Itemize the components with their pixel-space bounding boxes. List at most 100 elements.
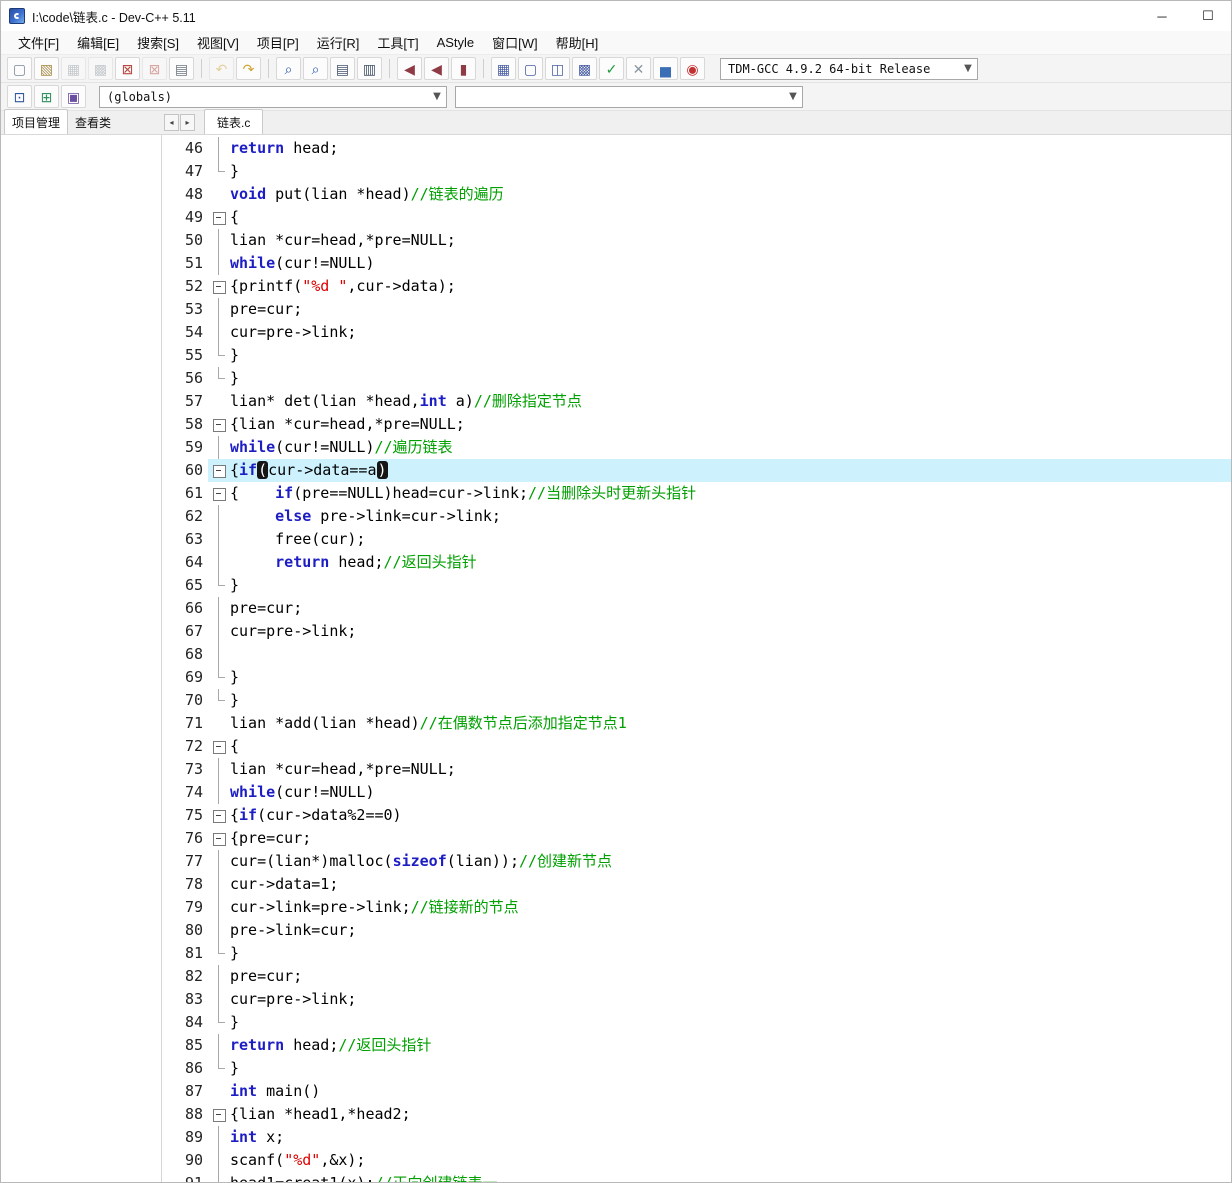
fold-collapse-icon[interactable] <box>208 1103 230 1126</box>
line-number[interactable]: 55 <box>162 344 208 367</box>
line-number[interactable]: 46 <box>162 137 208 160</box>
code-text[interactable]: pre=cur; <box>230 597 1231 620</box>
line-number[interactable]: 73 <box>162 758 208 781</box>
tab-scroll-right-button[interactable]: ▸ <box>180 114 195 131</box>
code-line-62[interactable]: 62 else pre->link=cur->link; <box>162 505 1231 528</box>
tab-scroll-left-button[interactable]: ◂ <box>164 114 179 131</box>
format-button[interactable]: ▤ <box>330 57 355 80</box>
line-number[interactable]: 59 <box>162 436 208 459</box>
code-line-67[interactable]: 67 cur=pre->link; <box>162 620 1231 643</box>
code-line-82[interactable]: 82 pre=cur; <box>162 965 1231 988</box>
code-text[interactable]: } <box>230 160 1231 183</box>
fold-collapse-icon[interactable] <box>208 459 230 482</box>
code-line-71[interactable]: 71 lian *add(lian *head)//在偶数节点后添加指定节点1 <box>162 712 1231 735</box>
code-text[interactable]: while(cur!=NULL)//遍历链表 <box>230 436 1231 459</box>
class-browser-button[interactable]: ▣ <box>61 85 86 108</box>
code-text[interactable]: void put(lian *head)//链表的遍历 <box>230 183 1231 206</box>
left-panel-tab-0[interactable]: 项目管理 <box>4 109 69 134</box>
line-number[interactable]: 88 <box>162 1103 208 1126</box>
profiling-analysis-button[interactable]: ◉ <box>680 57 705 80</box>
new-file-button[interactable]: ▢ <box>7 57 32 80</box>
open-file-button[interactable]: ▧ <box>34 57 59 80</box>
code-line-49[interactable]: 49 { <box>162 206 1231 229</box>
code-text[interactable]: int main() <box>230 1080 1231 1103</box>
code-text[interactable]: {if(cur->data%2==0) <box>230 804 1231 827</box>
code-line-54[interactable]: 54 cur=pre->link; <box>162 321 1231 344</box>
line-number[interactable]: 78 <box>162 873 208 896</box>
compiler-select[interactable]: TDM-GCC 4.9.2 64-bit Release ▼ <box>720 57 978 80</box>
line-number[interactable]: 56 <box>162 367 208 390</box>
code-text[interactable]: pre->link=cur; <box>230 919 1231 942</box>
code-line-64[interactable]: 64 return head;//返回头指针 <box>162 551 1231 574</box>
line-number[interactable]: 83 <box>162 988 208 1011</box>
fold-collapse-icon[interactable] <box>208 804 230 827</box>
project-panel[interactable] <box>1 135 162 1182</box>
code-line-63[interactable]: 63 free(cur); <box>162 528 1231 551</box>
line-number[interactable]: 90 <box>162 1149 208 1172</box>
code-line-65[interactable]: 65} <box>162 574 1231 597</box>
line-number[interactable]: 77 <box>162 850 208 873</box>
code-text[interactable]: free(cur); <box>230 528 1231 551</box>
find-button[interactable]: ⌕ <box>276 57 301 80</box>
maximize-button[interactable]: ☐ <box>1185 1 1231 31</box>
line-number[interactable]: 47 <box>162 160 208 183</box>
prev-error-button[interactable]: ◀ <box>397 57 422 80</box>
code-line-59[interactable]: 59 while(cur!=NULL)//遍历链表 <box>162 436 1231 459</box>
syntax-check-button[interactable]: ✓ <box>599 57 624 80</box>
code-text[interactable]: {lian *head1,*head2; <box>230 1103 1231 1126</box>
code-line-84[interactable]: 84} <box>162 1011 1231 1034</box>
line-number[interactable]: 52 <box>162 275 208 298</box>
line-number[interactable]: 85 <box>162 1034 208 1057</box>
code-text[interactable]: int x; <box>230 1126 1231 1149</box>
code-text[interactable]: cur=(lian*)malloc(sizeof(lian));//创建新节点 <box>230 850 1231 873</box>
code-text[interactable] <box>230 643 1231 666</box>
code-text[interactable]: cur->data=1; <box>230 873 1231 896</box>
print-button[interactable]: ▤ <box>169 57 194 80</box>
code-line-51[interactable]: 51 while(cur!=NULL) <box>162 252 1231 275</box>
line-number[interactable]: 76 <box>162 827 208 850</box>
menu-item-4[interactable]: 项目[P] <box>248 30 308 55</box>
code-line-57[interactable]: 57 lian* det(lian *head,int a)//删除指定节点 <box>162 390 1231 413</box>
menu-item-2[interactable]: 搜索[S] <box>128 30 188 55</box>
code-line-76[interactable]: 76 {pre=cur; <box>162 827 1231 850</box>
rebuild-all-button[interactable]: ▩ <box>572 57 597 80</box>
line-number[interactable]: 48 <box>162 183 208 206</box>
compile-button[interactable]: ▦ <box>491 57 516 80</box>
compile-and-run-button[interactable]: ◫ <box>545 57 570 80</box>
code-text[interactable]: cur->link=pre->link;//链接新的节点 <box>230 896 1231 919</box>
line-number[interactable]: 86 <box>162 1057 208 1080</box>
code-text[interactable]: return head; <box>230 137 1231 160</box>
fold-collapse-icon[interactable] <box>208 482 230 505</box>
line-number[interactable]: 89 <box>162 1126 208 1149</box>
line-number[interactable]: 61 <box>162 482 208 505</box>
menu-item-6[interactable]: 工具[T] <box>368 30 427 55</box>
code-text[interactable]: } <box>230 344 1231 367</box>
replace-button[interactable]: ⌕ <box>303 57 328 80</box>
code-text[interactable]: pre=cur; <box>230 965 1231 988</box>
menu-item-9[interactable]: 帮助[H] <box>547 30 608 55</box>
fold-collapse-icon[interactable] <box>208 735 230 758</box>
code-text[interactable]: } <box>230 1057 1231 1080</box>
code-text[interactable]: } <box>230 367 1231 390</box>
code-line-68[interactable]: 68 <box>162 643 1231 666</box>
code-line-69[interactable]: 69} <box>162 666 1231 689</box>
code-text[interactable]: else pre->link=cur->link; <box>230 505 1231 528</box>
line-number[interactable]: 50 <box>162 229 208 252</box>
line-number[interactable]: 75 <box>162 804 208 827</box>
code-text[interactable]: {pre=cur; <box>230 827 1231 850</box>
code-line-83[interactable]: 83 cur=pre->link; <box>162 988 1231 1011</box>
code-line-73[interactable]: 73 lian *cur=head,*pre=NULL; <box>162 758 1231 781</box>
run-button[interactable]: ▢ <box>518 57 543 80</box>
line-number[interactable]: 87 <box>162 1080 208 1103</box>
code-line-87[interactable]: 87 int main() <box>162 1080 1231 1103</box>
code-text[interactable]: cur=pre->link; <box>230 321 1231 344</box>
code-text[interactable]: { if(pre==NULL)head=cur->link;//当删除头时更新头… <box>230 482 1231 505</box>
goto-line-button[interactable]: ▥ <box>357 57 382 80</box>
menu-item-3[interactable]: 视图[V] <box>188 30 248 55</box>
code-text[interactable]: scanf("%d",&x); <box>230 1149 1231 1172</box>
close-file-button[interactable]: ⊠ <box>115 57 140 80</box>
abort-compilation-button[interactable]: ▮ <box>451 57 476 80</box>
menu-item-8[interactable]: 窗口[W] <box>483 30 547 55</box>
code-text[interactable]: } <box>230 689 1231 712</box>
code-text[interactable]: } <box>230 666 1231 689</box>
